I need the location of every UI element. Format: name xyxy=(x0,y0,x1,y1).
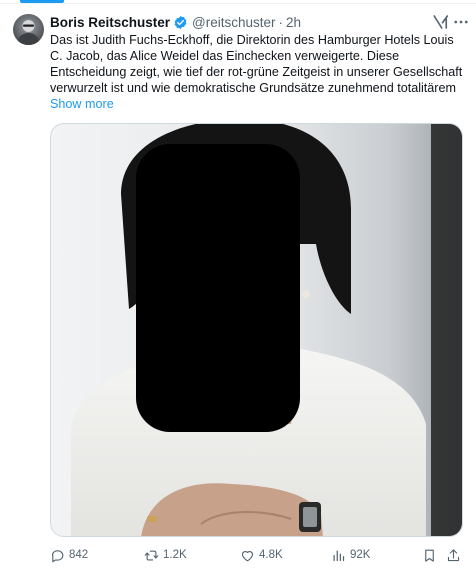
like-button[interactable]: 4.8K xyxy=(240,545,283,565)
action-bar: 842 1.2K 4.8K 92K xyxy=(50,545,463,565)
views-icon xyxy=(333,550,345,561)
author-handle[interactable]: @reitschuster xyxy=(192,15,275,30)
like-count: 4.8K xyxy=(259,549,283,561)
show-more-link[interactable]: Show more xyxy=(50,97,114,111)
tweet-image[interactable] xyxy=(50,123,463,537)
reply-button[interactable]: 842 xyxy=(50,545,88,565)
verified-badge-icon xyxy=(173,15,188,30)
tweet-text: Das ist Judith Fuchs-Eckhoff, die Direkt… xyxy=(50,33,463,95)
bookmark-icon xyxy=(425,549,434,562)
like-icon xyxy=(241,550,254,561)
view-count: 92K xyxy=(350,549,371,561)
repost-icon xyxy=(144,550,159,560)
more-icon[interactable] xyxy=(452,13,470,31)
separator-dot: · xyxy=(278,14,284,30)
views-button[interactable]: 92K xyxy=(331,545,370,565)
avatar[interactable] xyxy=(13,14,44,45)
tweet-header: Boris Reitschuster @reitschuster · 2h xyxy=(50,13,462,31)
share-button[interactable] xyxy=(446,545,465,565)
author-name[interactable]: Boris Reitschuster xyxy=(50,15,170,30)
divider xyxy=(0,3,476,4)
timestamp[interactable]: 2h xyxy=(286,15,301,30)
repost-count: 1.2K xyxy=(163,549,187,561)
repost-button[interactable]: 1.2K xyxy=(144,545,187,565)
bookmark-button[interactable] xyxy=(422,545,441,565)
grok-icon[interactable] xyxy=(432,13,450,31)
reply-count: 842 xyxy=(69,549,89,561)
share-icon xyxy=(447,548,460,561)
reply-icon xyxy=(51,549,64,562)
